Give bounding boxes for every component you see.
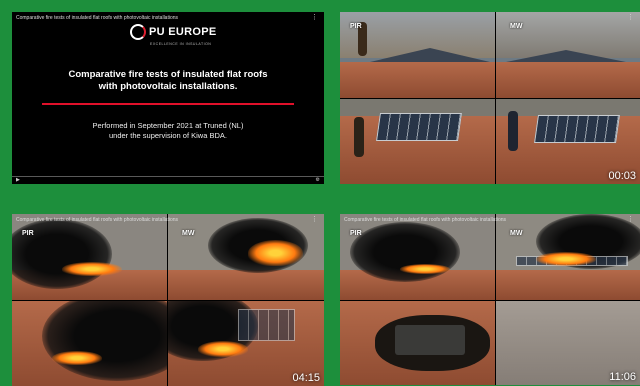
video-timestamp: 00:03: [608, 170, 636, 182]
label-pir: PIR: [350, 230, 362, 237]
video-thumbnail-late-fire[interactable]: PIR MW Comparative fire tests of insulat…: [340, 214, 640, 385]
slide-title-line-1: Comparative fire tests of insulated flat…: [68, 69, 268, 80]
video-frame: PIR MW: [12, 214, 324, 386]
slide-title: Comparative fire tests of insulated flat…: [12, 69, 324, 93]
video-thumbnail-mid-fire[interactable]: PIR MW Comparative fire tests of insulat…: [12, 214, 324, 386]
quadrant-top-right: [168, 214, 324, 300]
quadrant-top-left: [12, 214, 167, 300]
video-thumbnail-title[interactable]: Comparative fire tests of insulated flat…: [12, 12, 324, 184]
more-menu-icon[interactable]: ⋮: [311, 215, 318, 223]
quadrant-top-right: [496, 214, 640, 300]
progress-track[interactable]: [12, 176, 324, 177]
quadrant-bottom-left: [12, 301, 167, 386]
slide-subtitle-line-1: Performed in September 2021 at Truned (N…: [92, 121, 244, 130]
video-caption: Comparative fire tests of insulated flat…: [16, 217, 179, 223]
logo-mark-icon: [130, 24, 146, 40]
more-menu-icon[interactable]: ⋮: [627, 215, 634, 223]
red-divider: [42, 103, 294, 105]
slide-title-line-2: with photovoltaic installations.: [98, 81, 238, 92]
label-mw: MW: [510, 23, 523, 30]
play-icon[interactable]: ▶: [16, 177, 20, 183]
label-mw: MW: [510, 230, 523, 237]
quadrant-top-left: [340, 214, 495, 300]
video-frame: PIR MW: [340, 12, 640, 184]
video-timestamp: 11:06: [609, 371, 636, 383]
pu-europe-logo: PU EUROPE: [130, 24, 217, 40]
logo-text: PU EUROPE: [149, 26, 217, 38]
label-pir: PIR: [22, 230, 34, 237]
video-caption: Comparative fire tests of insulated flat…: [16, 15, 179, 21]
player-controls: ▶ ⚙: [12, 176, 324, 184]
quadrant-top-left: [340, 12, 495, 98]
more-menu-icon[interactable]: ⋮: [627, 13, 634, 21]
video-thumbnail-setup[interactable]: PIR MW ⋮ 00:03: [340, 12, 640, 184]
label-mw: MW: [182, 230, 195, 237]
logo-tagline: EXCELLENCE IN INSULATION: [150, 42, 212, 46]
slide-subtitle-line-2: under the supervision of Kiwa BDA.: [109, 131, 227, 140]
quadrant-bottom-left: [340, 99, 495, 184]
video-caption: Comparative fire tests of insulated flat…: [344, 217, 507, 223]
video-frame: PIR MW: [340, 214, 640, 385]
settings-icon[interactable]: ⚙: [316, 177, 320, 183]
more-menu-icon[interactable]: ⋮: [311, 13, 318, 21]
quadrant-bottom-left: [340, 301, 495, 385]
video-timestamp: 04:15: [292, 372, 320, 384]
slide-subtitle: Performed in September 2021 at Truned (N…: [12, 121, 324, 141]
label-pir: PIR: [350, 23, 362, 30]
